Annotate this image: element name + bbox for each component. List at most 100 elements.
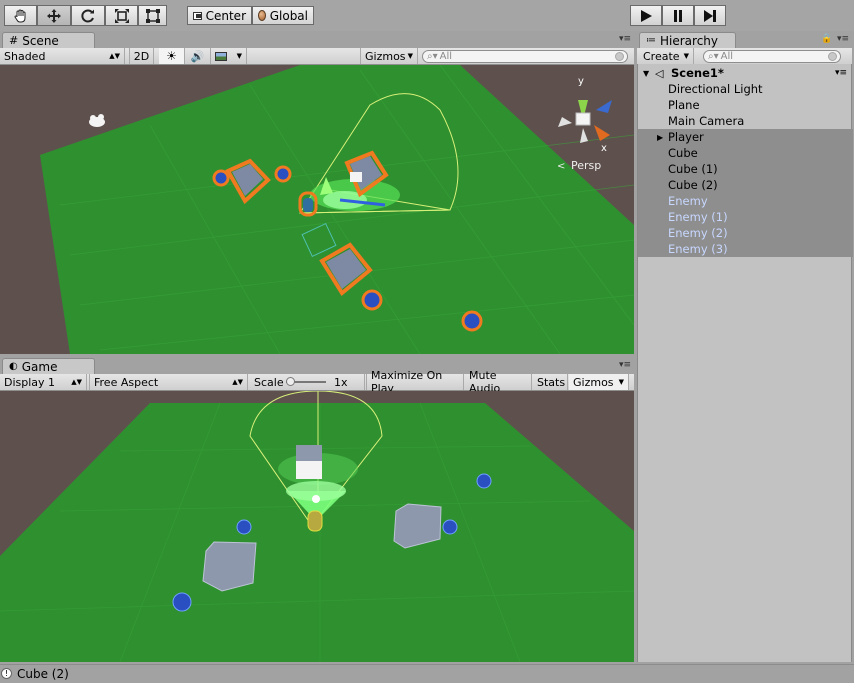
tab-hierarchy[interactable]: ≔ Hierarchy — [639, 32, 736, 48]
scene-audio-toggle[interactable]: 🔊 — [185, 48, 211, 64]
hierarchy-item-main-camera[interactable]: Main Camera — [638, 113, 853, 129]
game-light-handle — [312, 495, 320, 503]
game-controller-icon: ◐ — [9, 361, 18, 372]
game-gizmos-toggle[interactable]: Gizmos ▼ — [569, 374, 629, 390]
mute-audio-toggle[interactable]: Mute Audio — [465, 369, 532, 395]
persp-label[interactable]: Persp — [571, 159, 601, 172]
hierarchy-item-enemy-3[interactable]: Enemy (3) — [638, 241, 853, 257]
game-panel-menu-icon[interactable]: ▾≡ — [619, 360, 631, 370]
scene-tabbar: # Scene ▾≡ — [0, 31, 634, 48]
globe-icon — [258, 10, 266, 21]
aspect-dropdown[interactable]: Free Aspect ▲▼ — [89, 374, 248, 390]
hierarchy-item-enemy-1[interactable]: Enemy (1) — [638, 209, 853, 225]
display-label: Display 1 — [4, 375, 56, 389]
rotate-tool-button[interactable] — [71, 5, 105, 26]
hierarchy-item-label: Plane — [668, 98, 700, 112]
create-dropdown[interactable]: Create ▼ — [639, 48, 694, 64]
game-view-canvas[interactable] — [0, 391, 634, 662]
shading-label: Shaded — [4, 49, 46, 63]
enemy-2-selected[interactable] — [361, 289, 383, 311]
hierarchy-panel-menu-icon[interactable]: ▾≡ — [837, 34, 849, 44]
list-icon: ≔ — [646, 35, 656, 46]
2d-mode-toggle[interactable]: 2D — [129, 48, 154, 64]
tab-game[interactable]: ◐ Game — [2, 358, 95, 374]
game-enemy-1[interactable] — [476, 473, 492, 489]
scene-effects-dropdown[interactable]: ▼ — [211, 48, 247, 64]
hierarchy-item-label: Cube (2) — [668, 178, 718, 192]
hierarchy-item-label: Enemy (2) — [668, 226, 728, 240]
rect-tool-icon — [145, 8, 160, 23]
pivot-position-toggle[interactable]: Center — [187, 6, 252, 25]
hierarchy-item-cube[interactable]: Cube — [638, 145, 853, 161]
pivot-center-icon — [193, 11, 202, 20]
hierarchy-search-input[interactable]: ⌕▾ All — [703, 50, 841, 63]
stats-toggle[interactable]: Stats — [533, 374, 568, 390]
pivot-rotation-toggle[interactable]: Global — [252, 6, 314, 25]
clear-search-icon[interactable] — [615, 52, 624, 61]
game-viewport[interactable] — [0, 391, 634, 662]
chevron-down-icon: ▼ — [618, 378, 624, 386]
enemy-3-selected[interactable] — [461, 310, 483, 332]
sun-icon: ☀ — [166, 49, 177, 63]
hierarchy-item-plane[interactable]: Plane — [638, 97, 853, 113]
clear-search-icon[interactable] — [828, 52, 837, 61]
scale-tool-button[interactable] — [105, 5, 138, 26]
hierarchy-item-label: Enemy — [668, 194, 708, 208]
expand-arrow-icon[interactable]: ▼ — [643, 69, 649, 78]
scene-viewport[interactable]: y x < Persp — [0, 65, 634, 354]
hierarchy-item-enemy[interactable]: Enemy — [638, 193, 853, 209]
aspect-label: Free Aspect — [94, 375, 159, 389]
scene-panel-menu-icon[interactable]: ▾≡ — [619, 34, 631, 44]
game-tab-label: Game — [21, 359, 58, 374]
maximize-on-play-toggle[interactable]: Maximize On Play — [366, 369, 464, 395]
persp-icon: < — [557, 161, 565, 172]
scene-lighting-toggle[interactable]: ☀ — [159, 48, 185, 64]
enemy-1-selected[interactable] — [274, 165, 292, 183]
game-enemy-2[interactable] — [442, 519, 458, 535]
scene-view-canvas[interactable]: y x < Persp — [0, 65, 634, 354]
game-enemy-3[interactable] — [172, 592, 192, 612]
gizmos-label: Gizmos — [365, 49, 406, 63]
scene-root-row[interactable]: ▼ ◁ Scene1* ▾≡ — [638, 65, 853, 81]
hierarchy-tabbar: ≔ Hierarchy 🔒 ▾≡ — [637, 31, 852, 48]
play-button[interactable] — [630, 5, 662, 26]
scene-gizmos-dropdown[interactable]: Gizmos ▼ — [360, 48, 418, 64]
scale-slider-thumb[interactable] — [286, 377, 295, 386]
enemy-selected[interactable] — [212, 169, 230, 187]
step-button[interactable] — [694, 5, 726, 26]
speaker-icon: 🔊 — [190, 49, 205, 63]
pause-button[interactable] — [662, 5, 694, 26]
hierarchy-item-label: Player — [668, 130, 704, 144]
game-tabbar: ◐ Game ▾≡ — [0, 357, 634, 374]
rect-tool-button[interactable] — [138, 5, 167, 26]
hierarchy-item-cube-2[interactable]: Cube (2) — [638, 177, 853, 193]
status-message[interactable]: Cube (2) — [17, 667, 69, 681]
hand-tool-button[interactable] — [4, 5, 37, 26]
scene-tab-label: Scene — [22, 33, 59, 48]
shading-mode-dropdown[interactable]: Shaded ▲▼ — [0, 48, 125, 64]
hierarchy-item-directional-light[interactable]: Directional Light — [638, 81, 853, 97]
hierarchy-item-cube-1[interactable]: Cube (1) — [638, 161, 853, 177]
hierarchy-item-player[interactable]: ▶ Player — [638, 129, 853, 145]
tab-scene[interactable]: # Scene — [2, 32, 95, 48]
hand-icon — [13, 9, 25, 22]
game-player[interactable] — [307, 510, 323, 532]
scale-slider[interactable] — [286, 377, 326, 386]
hierarchy-item-enemy-2[interactable]: Enemy (2) — [638, 225, 853, 241]
space-label: Global — [269, 8, 308, 23]
game-cube[interactable] — [202, 541, 257, 592]
display-dropdown[interactable]: Display 1 ▲▼ — [0, 374, 87, 390]
move-tool-button[interactable] — [37, 5, 71, 26]
pause-icon — [674, 9, 682, 22]
scene-toolbar: Shaded ▲▼ 2D ☀ 🔊 ▼ Gizmos ▼ ⌕▾ All — [0, 48, 634, 65]
hierarchy-item-label: Directional Light — [668, 82, 763, 96]
chevron-down-icon: ▲▼ — [71, 378, 82, 386]
lock-icon[interactable]: 🔒 — [821, 34, 832, 44]
scene-search-input[interactable]: ⌕▾ All — [422, 50, 628, 63]
scene-row-menu-icon[interactable]: ▾≡ — [835, 68, 847, 78]
play-icon — [641, 9, 652, 22]
game-enemy[interactable] — [236, 519, 252, 535]
game-cube-1[interactable] — [296, 445, 322, 479]
collapsed-arrow-icon[interactable]: ▶ — [657, 133, 663, 142]
chevron-down-icon: ▼ — [407, 52, 413, 60]
